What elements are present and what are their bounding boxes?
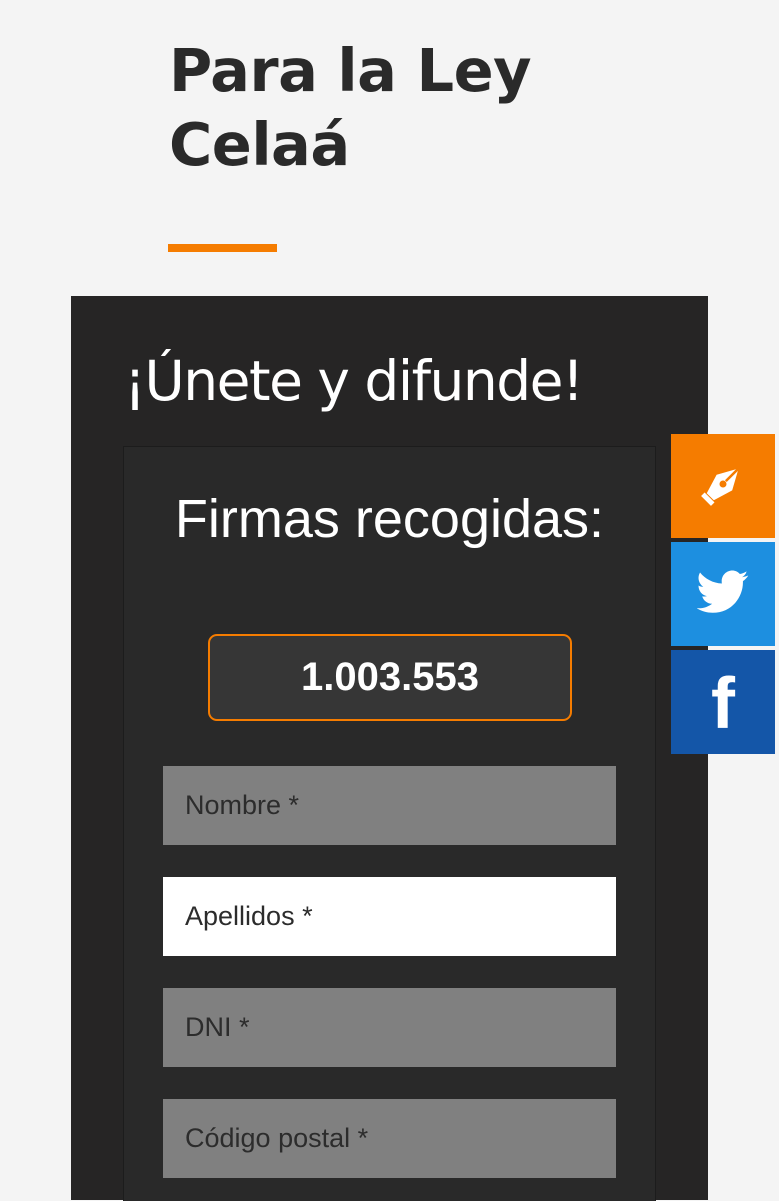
signature-counter-label: Firmas recogidas: — [174, 489, 605, 549]
sign-button[interactable] — [671, 434, 775, 538]
page-title: Para la Ley Celaá — [169, 36, 532, 179]
last-name-input[interactable] — [163, 877, 616, 956]
postal-code-input[interactable] — [163, 1099, 616, 1178]
panel-heading-text: ¡Únete y difunde! — [124, 349, 584, 413]
facebook-share-button[interactable]: f — [671, 650, 775, 754]
title-underline — [168, 244, 277, 252]
dni-input[interactable] — [163, 988, 616, 1067]
first-name-input[interactable] — [163, 766, 616, 845]
pen-nib-icon — [695, 456, 751, 516]
signature-counter-value: 1.003.553 — [208, 634, 572, 721]
twitter-icon — [696, 570, 749, 618]
facebook-icon: f — [711, 664, 735, 744]
twitter-share-button[interactable] — [671, 542, 775, 646]
